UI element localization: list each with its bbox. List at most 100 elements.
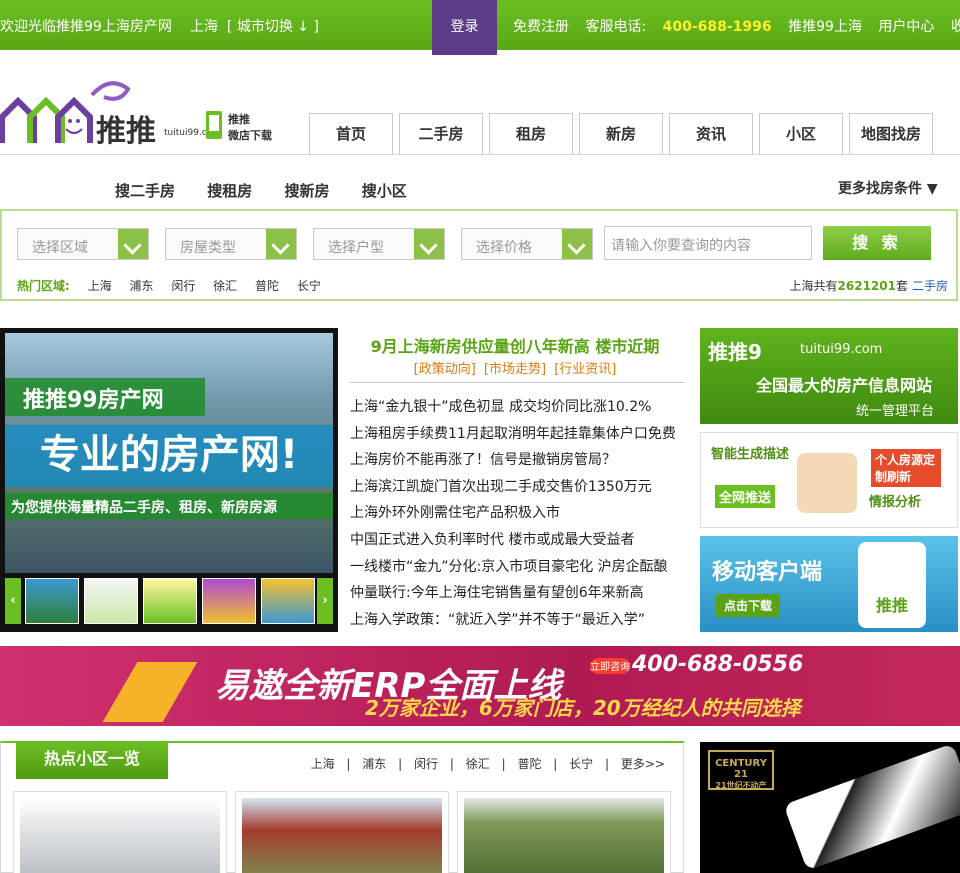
total-count: 2621201 <box>837 279 896 293</box>
top-bar: 欢迎光临推推99上海房产网 上海 [ 城市切换 ↓ ] 登录 免费注册 客服电话… <box>0 0 960 55</box>
hot-area-link[interactable]: 长宁 <box>297 279 321 293</box>
price-select-label: 选择价格 <box>476 240 532 256</box>
hot-area-link[interactable]: 闵行 <box>171 279 195 293</box>
bookmark-link[interactable]: 收藏本页 <box>951 19 960 35</box>
news-item[interactable]: 上海入学政策：“就近入学”并不等于“最近入学” <box>350 609 686 636</box>
erp-banner[interactable]: 易遨全新ERP全面上线 2万家企业，6万家门店，20万经纪人的共同选择 立即咨询… <box>0 646 960 726</box>
separator: | <box>553 757 558 771</box>
area-link[interactable]: 上海 <box>311 757 335 771</box>
news-category-link[interactable]: [行业资讯] <box>554 362 616 377</box>
area-link[interactable]: 浦东 <box>362 757 386 771</box>
search-tab-community[interactable]: 搜小区 <box>362 182 407 200</box>
slide-thumb[interactable] <box>84 578 138 624</box>
type-select[interactable]: 房屋类型 <box>165 228 297 260</box>
search-tab-new[interactable]: 搜新房 <box>285 182 330 200</box>
hot-area-link[interactable]: 浦东 <box>129 279 153 293</box>
century21-sub: 21世纪不动产 <box>715 781 767 790</box>
next-arrow-icon[interactable]: › <box>317 578 333 624</box>
century21-ad[interactable]: CENTURY 21 21世纪不动产 <box>700 742 960 873</box>
area-link[interactable]: 普陀 <box>517 757 541 771</box>
price-select[interactable]: 选择价格 <box>461 228 593 260</box>
ad2-feature: 情报分析 <box>869 495 922 510</box>
slide-thumb[interactable] <box>143 578 197 624</box>
features-ad[interactable]: 智能生成描述 全网推送 个人房源定制刷新 情报分析 <box>700 432 958 528</box>
hot-area-link[interactable]: 徐汇 <box>213 279 237 293</box>
more-link[interactable]: 更多>> <box>621 757 665 771</box>
user-center-link[interactable]: 用户中心 <box>878 19 934 35</box>
news-item[interactable]: 仲量联行:今年上海住宅销售量有望创6年来新高 <box>350 582 686 609</box>
current-city: 上海 <box>190 19 218 35</box>
site-logo[interactable]: 推推 tuitui99.com 推推 微店下载 <box>0 75 280 155</box>
hot-area-link[interactable]: 上海 <box>88 279 112 293</box>
ad2-feature: 全网推送 <box>715 485 776 508</box>
separator: | <box>449 757 454 771</box>
more-conditions-label: 更多找房条件 <box>838 181 922 197</box>
news-item[interactable]: 上海“金九银十”成色初显 成交均价同比涨10.2% <box>350 396 686 423</box>
mobile-app-ad[interactable]: 移动客户端 点击下载 推推 <box>700 536 958 632</box>
nav-news[interactable]: 资讯 <box>669 113 753 155</box>
nav-new-home[interactable]: 新房 <box>579 113 663 155</box>
century21-logo: CENTURY 21 21世纪不动产 <box>708 750 774 790</box>
prev-arrow-icon[interactable]: ‹ <box>5 578 21 624</box>
nav-map[interactable]: 地图找房 <box>849 113 933 155</box>
phone-label: 客服电话: <box>585 19 647 35</box>
slide-thumb[interactable] <box>25 578 79 624</box>
slide-line1: 推推99房产网 <box>5 378 205 416</box>
type-select-label: 房屋类型 <box>180 240 236 256</box>
community-card[interactable] <box>13 791 227 873</box>
news-categories: [政策动向] [市场走势] [行业资讯] <box>345 358 685 377</box>
news-category-link[interactable]: [政策动向] <box>414 362 476 377</box>
news-category-link[interactable]: [市场走势] <box>484 362 546 377</box>
banner-slider: 推推99房产网 专业的房产网! 为您提供海量精品二手房、租房、新房房源 ‹ › <box>0 328 338 632</box>
search-tab-rent[interactable]: 搜租房 <box>207 182 252 200</box>
separator: | <box>605 757 610 771</box>
community-card[interactable] <box>235 791 449 873</box>
news-headline[interactable]: 9月上海新房供应量创八年新高 楼市近期 <box>345 333 685 357</box>
community-card[interactable] <box>457 791 671 873</box>
ad3-title: 移动客户端 <box>712 560 823 585</box>
news-item[interactable]: 一线楼市“金九”分化:京入市项目豪宅化 沪房企酝酿 <box>350 556 686 583</box>
news-divider <box>349 382 685 383</box>
chevron-down-icon <box>414 229 444 259</box>
news-item[interactable]: 上海房价不能再涨了！信号是撤销房管局？ <box>350 449 686 476</box>
region-select[interactable]: 选择区域 <box>17 228 149 260</box>
slide-thumb[interactable] <box>261 578 315 624</box>
register-link[interactable]: 免费注册 <box>513 19 569 35</box>
platform-ad[interactable]: 推推9 tuitui99.com 全国最大的房产信息网站 统一管理平台 <box>700 328 958 424</box>
login-button[interactable]: 登录 <box>432 0 497 55</box>
logo-houses-icon: 推推 tuitui99.com 推推 微店下载 <box>0 81 272 149</box>
news-item[interactable]: 上海滨江凯旋门首次出现二手成交售价1350万元 <box>350 476 686 503</box>
century21-brand: CENTURY 21 <box>715 758 767 780</box>
consult-badge[interactable]: 立即咨询 <box>590 658 630 674</box>
search-tab-second-hand[interactable]: 搜二手房 <box>115 182 175 200</box>
city-switch-link[interactable]: [ 城市切换 ↓ ] <box>227 19 319 35</box>
ad1-title: 全国最大的房产信息网站 <box>756 376 933 395</box>
search-button[interactable]: 搜 索 <box>823 226 931 260</box>
nav-second-hand[interactable]: 二手房 <box>399 113 483 155</box>
site-link[interactable]: 推推99上海 <box>788 19 862 35</box>
layout-select[interactable]: 选择户型 <box>313 228 445 260</box>
slide-thumb[interactable] <box>202 578 256 624</box>
city-switcher[interactable]: 上海 [ 城市切换 ↓ ] <box>190 16 319 36</box>
total-link[interactable]: 二手房 <box>912 279 948 293</box>
area-link[interactable]: 徐汇 <box>466 757 490 771</box>
nav-divider <box>0 154 960 155</box>
nav-rent[interactable]: 租房 <box>489 113 573 155</box>
area-link[interactable]: 闵行 <box>414 757 438 771</box>
news-item[interactable]: 上海外环外刚需住宅产品积极入市 <box>350 502 686 529</box>
more-conditions-link[interactable]: 更多找房条件 ▼ <box>838 178 938 198</box>
download-button[interactable]: 点击下载 <box>716 594 781 617</box>
slide-image[interactable]: 推推99房产网 专业的房产网! 为您提供海量精品二手房、租房、新房房源 <box>5 333 333 573</box>
ad1-domain: tuitui99.com <box>800 342 883 357</box>
keyword-input[interactable]: 请输入你要查询的内容 <box>604 226 812 260</box>
separator: | <box>346 757 351 771</box>
erp-phone: 400-688-0556 <box>632 652 804 677</box>
nav-home[interactable]: 首页 <box>309 113 393 155</box>
hot-area-link[interactable]: 普陀 <box>255 279 279 293</box>
nav-community[interactable]: 小区 <box>759 113 843 155</box>
area-link[interactable]: 长宁 <box>569 757 593 771</box>
news-item[interactable]: 上海租房手续费11月起取消明年起挂靠集体户口免费 <box>350 423 686 450</box>
news-item[interactable]: 中国正式进入负利率时代 楼市或成最大受益者 <box>350 529 686 556</box>
community-image <box>20 798 220 873</box>
slider-thumbnails: ‹ › <box>5 578 333 626</box>
